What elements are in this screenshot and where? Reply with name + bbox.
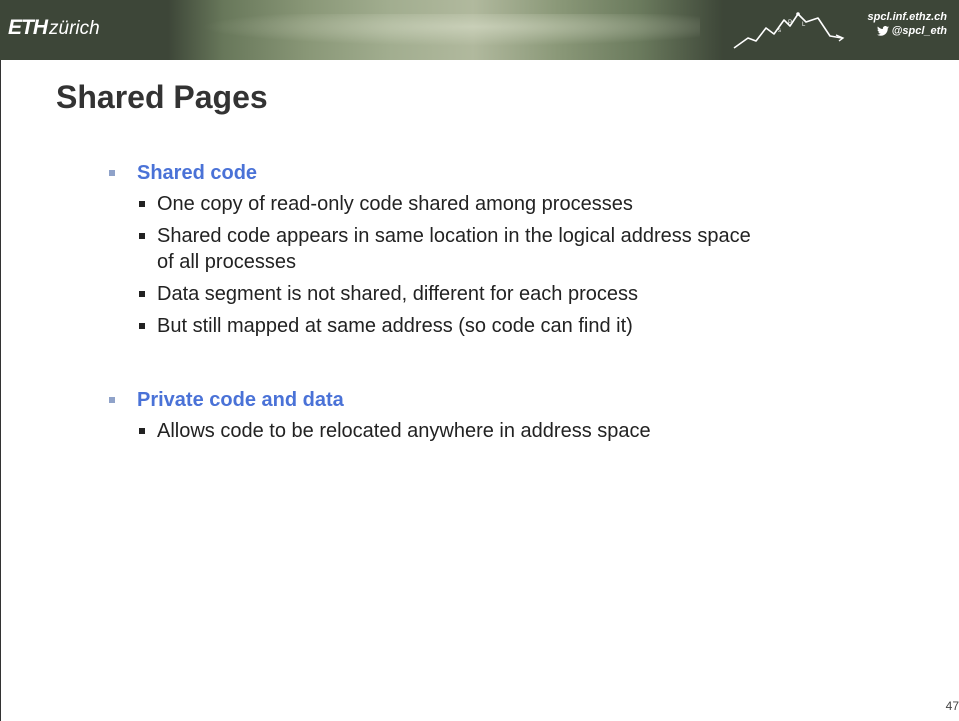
list-item: But still mapped at same address (so cod… — [137, 313, 826, 339]
list-item: Shared code appears in same location in … — [137, 223, 757, 275]
panorama-highlight — [200, 14, 700, 46]
bullet-square-icon — [139, 428, 145, 434]
list-item-text: Shared code appears in same location in … — [157, 225, 751, 273]
eth-zurich-logo: ETH zürich — [8, 16, 100, 41]
social-handles: spcl.inf.ethz.ch @spcl_eth — [868, 10, 947, 38]
bullet-square-icon — [139, 291, 145, 297]
bullet-square-icon — [139, 201, 145, 207]
section-heading-text: Private code and data — [137, 389, 344, 411]
twitter-icon — [876, 26, 889, 36]
left-frame-line — [0, 60, 1, 721]
slide-title: Shared Pages — [56, 79, 268, 115]
logo-zurich-text: zürich — [49, 18, 100, 39]
page-number: 47 — [945, 699, 959, 713]
list-item-text: Allows code to be relocated anywhere in … — [157, 420, 651, 442]
bullet-square-icon — [139, 233, 145, 239]
svg-text:L: L — [802, 22, 806, 28]
twitter-line[interactable]: @spcl_eth — [868, 24, 947, 38]
list-item-text: But still mapped at same address (so cod… — [157, 315, 633, 337]
slide-header: ETH zürich s P L spcl.inf.ethz.ch @spcl_e… — [0, 0, 959, 60]
bullet-square-icon — [109, 397, 115, 403]
spcl-mountain-icon: s P L — [733, 12, 845, 49]
bullet-square-icon — [109, 170, 115, 176]
twitter-handle: @spcl_eth — [891, 25, 947, 37]
section-heading-text: Shared code — [137, 162, 258, 184]
list-item: Data segment is not shared, different fo… — [137, 281, 826, 307]
website-link[interactable]: spcl.inf.ethz.ch — [868, 10, 947, 24]
list-item-text: One copy of read-only code shared among … — [157, 193, 633, 215]
section-heading: Shared code — [106, 159, 826, 187]
section-private-code: Private code and data Allows code to be … — [106, 386, 826, 444]
svg-text:P: P — [788, 20, 792, 26]
list-item-text: Data segment is not shared, different fo… — [157, 283, 639, 305]
logo-eth-text: ETH — [8, 16, 48, 39]
list-item: Allows code to be relocated anywhere in … — [137, 418, 826, 444]
list-item: One copy of read-only code shared among … — [137, 191, 826, 217]
section-shared-code: Shared code One copy of read-only code s… — [106, 159, 826, 345]
svg-text:s: s — [778, 28, 781, 34]
section-heading: Private code and data — [106, 386, 826, 414]
bullet-square-icon — [139, 323, 145, 329]
